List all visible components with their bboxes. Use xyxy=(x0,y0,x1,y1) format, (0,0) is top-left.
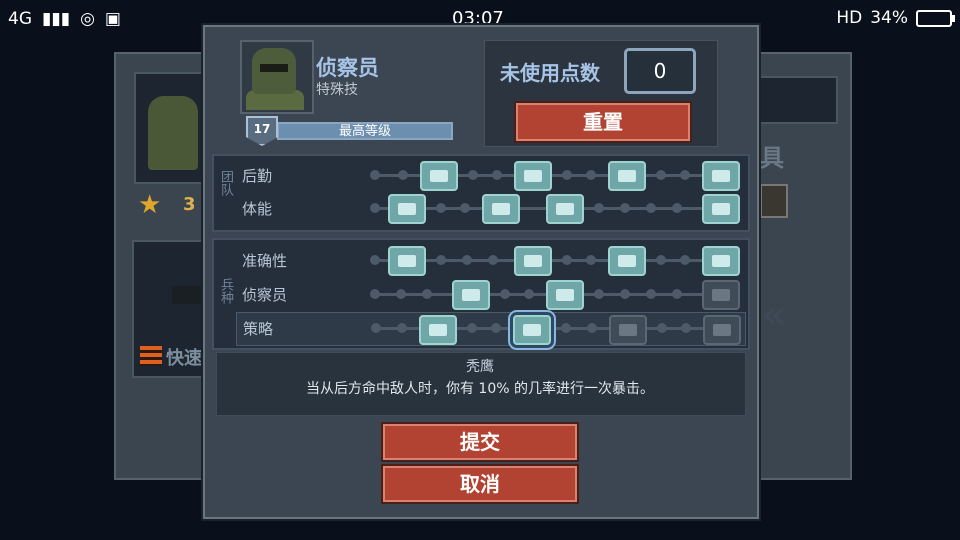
skill-dot xyxy=(396,289,406,299)
skill-node-selected[interactable] xyxy=(513,315,551,345)
chevron-left-icon[interactable]: « xyxy=(762,292,786,338)
skill-node-locked[interactable] xyxy=(703,315,741,345)
skill-node[interactable] xyxy=(482,194,520,224)
skill-dot xyxy=(500,289,510,299)
skill-dot xyxy=(657,323,667,333)
skill-node[interactable] xyxy=(546,194,584,224)
skill-node[interactable] xyxy=(608,246,646,276)
skill-dot xyxy=(594,203,604,213)
background-right-field xyxy=(756,76,838,124)
unused-points-value: 0 xyxy=(624,48,696,94)
skill-row-strategy: 策略 xyxy=(236,312,746,346)
weapon-icon xyxy=(172,286,204,304)
gear-label: 具 xyxy=(760,144,784,172)
skill-dot xyxy=(370,255,380,265)
skill-dot xyxy=(524,289,534,299)
network-indicator: 4G xyxy=(8,9,32,29)
skill-row-accuracy: 准确性 xyxy=(236,245,744,277)
skill-dot xyxy=(620,289,630,299)
skill-dot xyxy=(587,323,597,333)
skill-dot xyxy=(436,203,446,213)
skill-dot xyxy=(467,323,477,333)
skill-dot xyxy=(436,255,446,265)
skill-dot xyxy=(422,289,432,299)
battery-icon xyxy=(916,9,955,27)
skill-node[interactable] xyxy=(388,246,426,276)
skill-dot xyxy=(586,170,596,180)
skill-dot xyxy=(681,323,691,333)
skill-node[interactable] xyxy=(514,246,552,276)
skill-row-label: 后勤 xyxy=(242,167,273,185)
skill-row-logistics: 后勤 xyxy=(236,160,744,192)
unit-name: 侦察员 xyxy=(316,56,379,80)
skill-row-label: 侦察员 xyxy=(242,286,288,304)
level-label: 最高等级 xyxy=(338,124,391,139)
skill-row-scout: 侦察员 xyxy=(236,279,744,311)
skill-dot xyxy=(680,255,690,265)
skill-node[interactable] xyxy=(452,280,490,310)
reset-button[interactable]: 重置 xyxy=(516,103,690,141)
skill-dot xyxy=(586,255,596,265)
skill-dot xyxy=(672,289,682,299)
skill-dot xyxy=(620,203,630,213)
skill-row-label: 体能 xyxy=(242,200,273,218)
skill-dot xyxy=(656,170,666,180)
skill-node[interactable] xyxy=(419,315,457,345)
skill-node[interactable] xyxy=(702,161,740,191)
skill-node[interactable] xyxy=(608,161,646,191)
skill-node[interactable] xyxy=(388,194,426,224)
ammo-icon xyxy=(140,346,162,366)
background-item-icon xyxy=(760,184,788,218)
skill-node[interactable] xyxy=(546,280,584,310)
skill-dot xyxy=(492,170,502,180)
skill-dot xyxy=(672,203,682,213)
skill-dot xyxy=(491,323,501,333)
skill-dot xyxy=(594,289,604,299)
skill-dot xyxy=(680,170,690,180)
hd-indicator: HD xyxy=(836,8,863,28)
portrait-eyes xyxy=(260,64,288,72)
unit-subtitle: 特殊技 xyxy=(316,82,358,98)
unused-points-label: 未使用点数 xyxy=(500,61,600,85)
skill-node-locked[interactable] xyxy=(702,280,740,310)
submit-button[interactable]: 提交 xyxy=(383,424,577,460)
skill-node[interactable] xyxy=(420,161,458,191)
team-tag: 团队 xyxy=(218,170,233,196)
skill-description-text: 当从后方命中敌人时，你有 10% 的几率进行一次暴击。 xyxy=(305,381,655,397)
weapon-label: 快速 xyxy=(166,348,202,369)
skill-dot xyxy=(398,170,408,180)
skill-dot xyxy=(370,170,380,180)
skill-dot xyxy=(646,289,656,299)
battery-percent: 34% xyxy=(870,8,908,28)
skill-node[interactable] xyxy=(702,194,740,224)
skill-row-label: 准确性 xyxy=(242,252,288,270)
skill-dot xyxy=(468,170,478,180)
sync-icon: ◎ xyxy=(80,9,95,29)
skill-node[interactable] xyxy=(514,161,552,191)
skill-dot xyxy=(562,255,572,265)
skill-node-locked[interactable] xyxy=(609,315,647,345)
skill-dot xyxy=(561,323,571,333)
skill-dot xyxy=(370,203,380,213)
skill-dot xyxy=(646,203,656,213)
skill-row-fitness: 体能 xyxy=(236,193,744,225)
skill-dot xyxy=(656,255,666,265)
star-count: 3 xyxy=(183,194,196,215)
background-soldier xyxy=(148,96,198,170)
star-icon: ★ xyxy=(138,190,162,220)
signal-icon: ▮▮▮ xyxy=(42,9,71,29)
skill-dot xyxy=(460,203,470,213)
skill-dot xyxy=(397,323,407,333)
skill-dot xyxy=(488,255,498,265)
skill-dot xyxy=(462,255,472,265)
skill-dot xyxy=(371,323,381,333)
skill-dot xyxy=(562,170,572,180)
class-tag: 兵种 xyxy=(218,278,233,304)
skill-dot xyxy=(370,289,380,299)
cancel-button[interactable]: 取消 xyxy=(383,466,577,502)
app-icon: ▣ xyxy=(104,9,121,29)
skill-row-label: 策略 xyxy=(243,320,274,338)
skill-node[interactable] xyxy=(702,246,740,276)
skill-description-title: 秃鹰 xyxy=(466,359,494,375)
